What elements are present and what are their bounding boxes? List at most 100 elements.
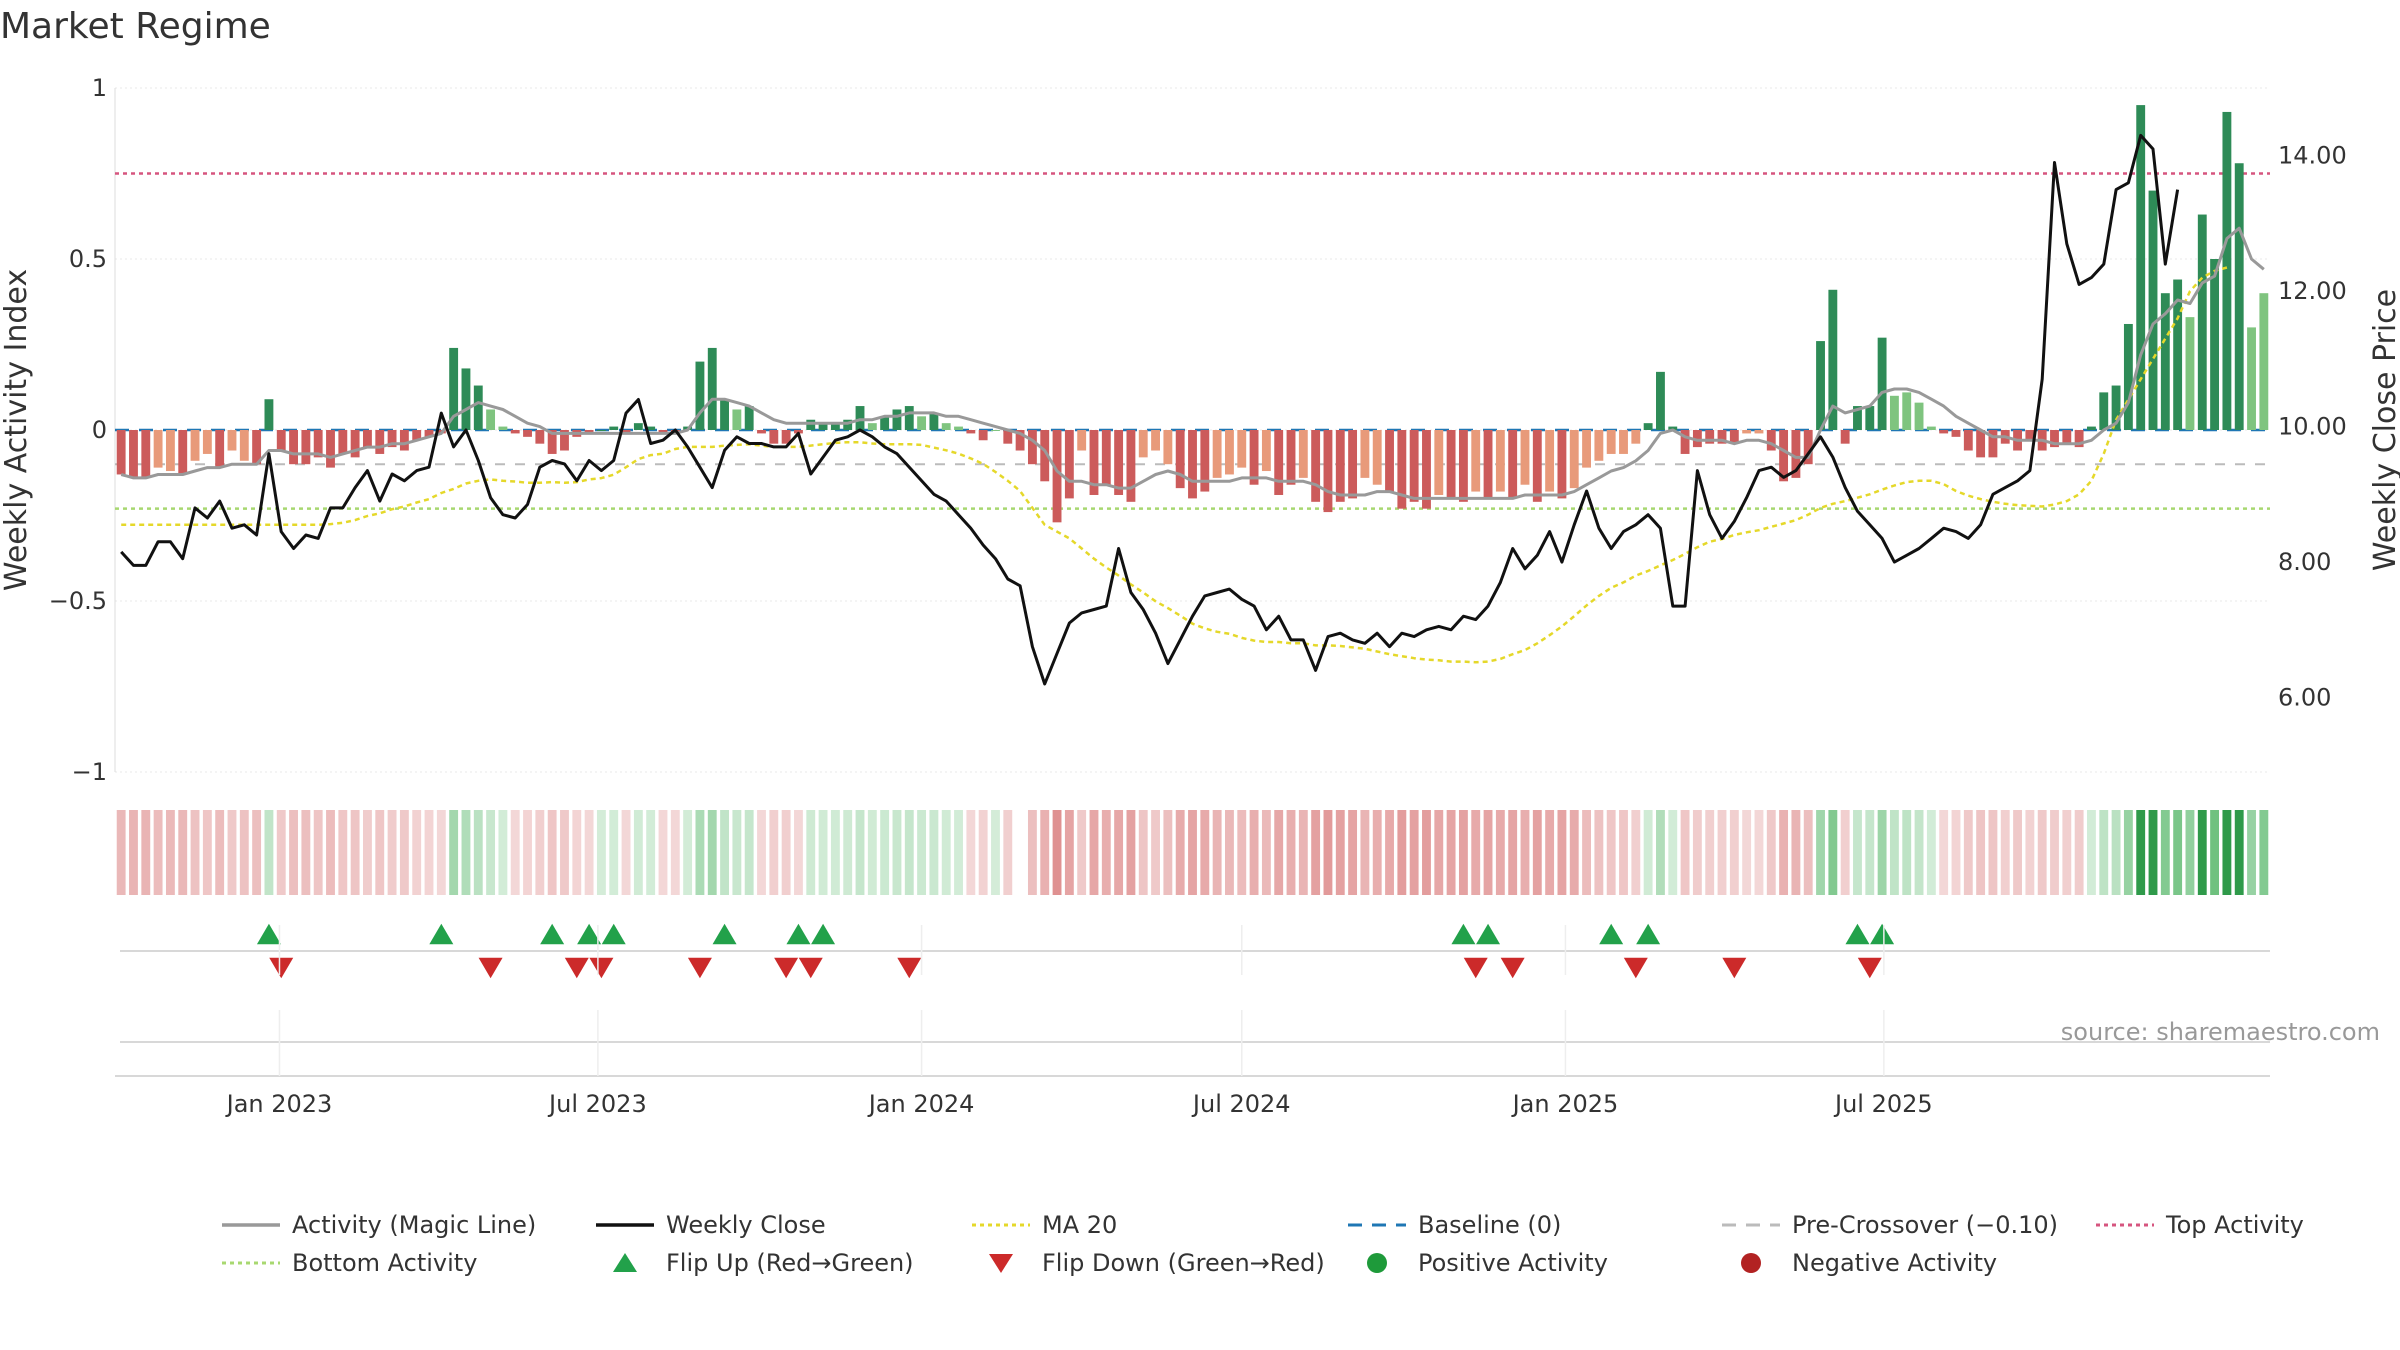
activity-bar [1508, 430, 1518, 499]
regime-strip-cell [473, 810, 483, 895]
flip-down-marker [1463, 957, 1488, 979]
activity-bar [486, 409, 496, 430]
activity-bar [535, 430, 545, 444]
activity-bar [363, 430, 372, 448]
regime-strip-cell [830, 810, 840, 895]
regime-strip-cell [227, 810, 237, 895]
regime-strip-cell [1261, 810, 1271, 895]
activity-bar [1114, 430, 1124, 495]
activity-bar [596, 430, 606, 431]
activity-bar [153, 430, 163, 468]
regime-strip-cell [683, 810, 693, 895]
regime-strip-cell [1877, 810, 1887, 895]
source-credit: source: sharemaestro.com [2061, 1018, 2380, 1046]
regime-strip-cell [1508, 810, 1518, 895]
regime-strip-cell [1126, 810, 1136, 895]
regime-strip-cell [276, 810, 286, 895]
activity-bar [1606, 430, 1616, 454]
activity-bar [769, 430, 779, 444]
regime-strip-cell [1939, 810, 1949, 895]
activity-bar [1742, 430, 1752, 434]
regime-strip-cell [1323, 810, 1333, 895]
regime-strip-cell [658, 810, 668, 895]
regime-strip-cell [2136, 810, 2146, 895]
flip-up-marker [1845, 923, 1870, 945]
legend-label: Weekly Close [666, 1211, 826, 1239]
regime-strip-cell [1372, 810, 1382, 895]
activity-bar [498, 426, 508, 430]
regime-strip-cell [1249, 810, 1259, 895]
activity-bar [966, 430, 976, 434]
regime-strip-cell [1692, 810, 1702, 895]
regime-strip-cell [1951, 810, 1961, 895]
regime-strip-cell [757, 810, 766, 895]
regime-strip-cell [1397, 810, 1407, 895]
regime-strip-cell [350, 810, 360, 895]
regime-strip-cell [572, 810, 582, 895]
regime-strip-cell [695, 810, 705, 895]
legend-swatch [1367, 1253, 1387, 1273]
regime-strip-cell [412, 810, 422, 895]
flip-up-marker [1636, 923, 1661, 945]
activity-bar [375, 430, 385, 454]
regime-strip-cell [978, 810, 988, 895]
activity-bar [1877, 337, 1887, 430]
x-tick-label: Jan 2023 [225, 1090, 333, 1118]
legend-label: Activity (Magic Line) [292, 1211, 536, 1239]
regime-strip-cell [781, 810, 791, 895]
legend-swatch [1741, 1253, 1761, 1273]
regime-strip-cell [855, 810, 865, 895]
regime-strip-cell [1631, 810, 1641, 895]
regime-strip-cell [1434, 810, 1444, 895]
y-left-tick-label: −1 [72, 758, 107, 786]
regime-strip-cell [904, 810, 914, 895]
regime-strip-cell [1606, 810, 1616, 895]
activity-bar [2123, 323, 2133, 430]
activity-bar [1914, 402, 1924, 430]
activity-bar [264, 399, 274, 430]
activity-bar [2210, 259, 2220, 430]
activity-bar [338, 430, 348, 454]
regime-strip-cell [1495, 810, 1505, 895]
activity-bar [289, 430, 298, 465]
regime-strip-cell [2234, 810, 2244, 895]
activity-bar [2087, 426, 2096, 430]
activity-bar [1151, 430, 1160, 451]
activity-bar [1495, 430, 1505, 492]
regime-strip-cell [670, 810, 680, 895]
activity-bar [141, 430, 151, 478]
regime-strip-cell [2247, 810, 2256, 895]
regime-strip-cell [2074, 810, 2084, 895]
regime-strip-cell [449, 810, 459, 895]
flip-up-marker [429, 923, 454, 945]
regime-strip-cell [2259, 810, 2269, 895]
regime-strip-cell [2111, 810, 2121, 895]
activity-bar [2234, 163, 2244, 431]
activity-bar [954, 426, 963, 430]
regime-strip-cell [1471, 810, 1481, 895]
regime-strip-cell [424, 810, 434, 895]
flip-down-marker [564, 957, 589, 979]
activity-bar [1237, 430, 1247, 468]
activity-bar [2185, 317, 2195, 430]
activity-bar [720, 399, 729, 430]
regime-strip-cell [1717, 810, 1727, 895]
regime-strip-cell [1545, 810, 1555, 895]
activity-bar [301, 430, 311, 465]
regime-strip-cell [1274, 810, 1284, 895]
regime-strip-cell [1557, 810, 1567, 895]
activity-bars [116, 105, 2269, 523]
legend-label: Baseline (0) [1418, 1211, 1561, 1239]
regime-strip-cell [584, 810, 594, 895]
regime-strip-cell [1766, 810, 1776, 895]
activity-bar [1594, 430, 1604, 461]
activity-bar [1163, 430, 1173, 465]
activity-bar [991, 430, 1000, 431]
regime-strip-cell [1348, 810, 1358, 895]
regime-strip-cell [2173, 810, 2183, 895]
regime-strip-cell [1594, 810, 1604, 895]
regime-strip-cell [1286, 810, 1296, 895]
legend-swatch [613, 1253, 637, 1272]
x-tick-label: Jul 2025 [1833, 1090, 1933, 1118]
flip-down-marker [478, 957, 503, 979]
